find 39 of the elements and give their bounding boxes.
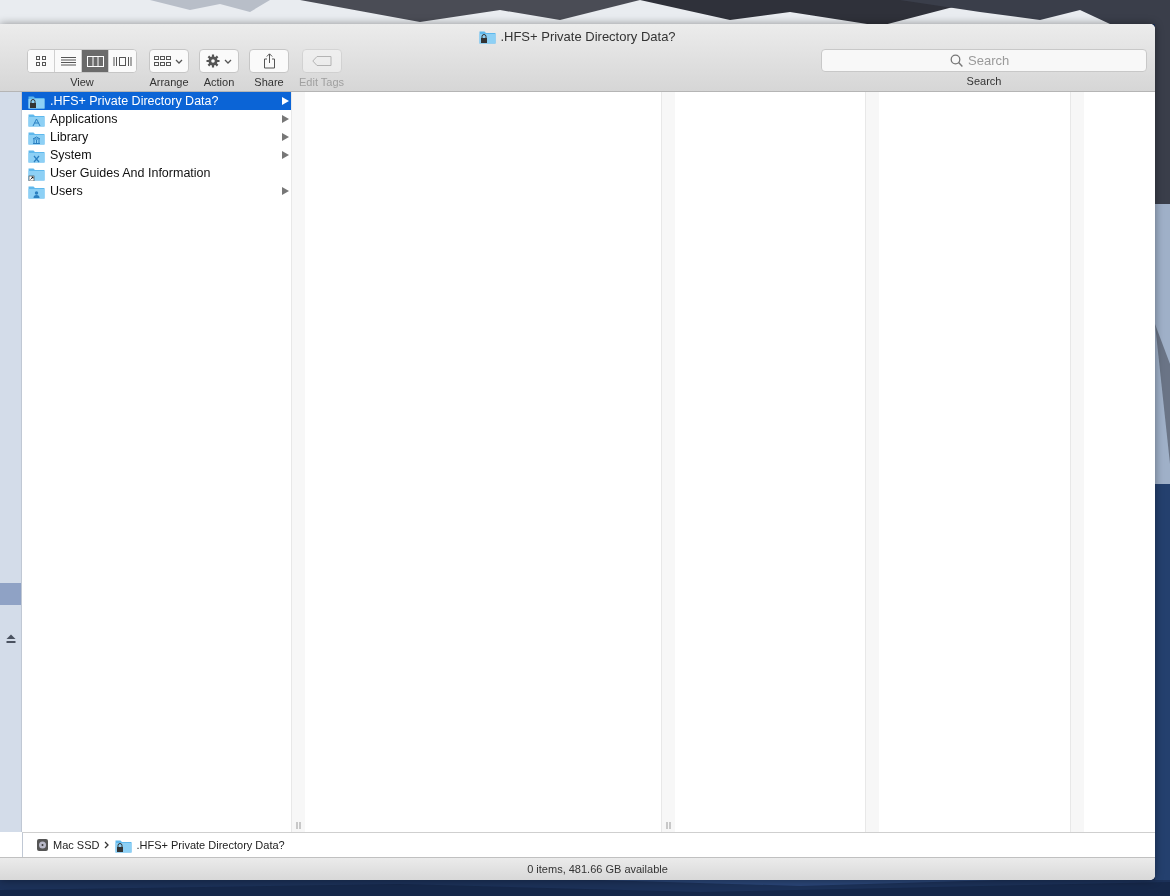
tags-label: Edit Tags: [299, 76, 345, 88]
search-icon: [950, 54, 963, 67]
tag-icon: [311, 56, 332, 66]
action-label: Action: [203, 76, 235, 88]
arrange-button[interactable]: [149, 49, 189, 73]
resize-grip-icon[interactable]: [666, 822, 671, 829]
grid-icon: [35, 55, 47, 67]
share-label: Share: [254, 76, 284, 88]
file-list-item[interactable]: Users: [22, 182, 291, 200]
list-icon: [60, 55, 76, 67]
search-label: Search: [966, 75, 1002, 87]
view-switcher[interactable]: [27, 49, 137, 73]
view-mode-button[interactable]: [82, 50, 109, 72]
arrange-label: Arrange: [149, 76, 189, 88]
file-list-item[interactable]: System: [22, 146, 291, 164]
eject-icon[interactable]: [5, 633, 16, 643]
chevron-icon: [104, 841, 111, 849]
share-icon: [262, 53, 276, 69]
search-input[interactable]: Search: [968, 53, 1018, 68]
columns-icon: [86, 55, 104, 67]
path-item[interactable]: Mac SSD: [36, 838, 100, 852]
file-list-item[interactable]: Library: [22, 128, 291, 146]
window-title: .HFS+ Private Directory Data?: [500, 29, 676, 44]
status-bar: 0 items, 481.66 GB available: [0, 857, 1155, 880]
view-mode-button[interactable]: [28, 50, 55, 72]
locked-folder-icon: [479, 29, 497, 44]
search-field[interactable]: Search: [821, 49, 1147, 72]
file-list-item[interactable]: .HFS+ Private Directory Data?: [22, 92, 291, 110]
action-button[interactable]: [199, 49, 239, 73]
file-list-item[interactable]: User Guides And Information: [22, 164, 291, 182]
file-list-item[interactable]: Applications: [22, 110, 291, 128]
hard-disk-icon: [36, 838, 49, 852]
gallery-icon: [113, 55, 132, 67]
gear-icon: [205, 54, 220, 68]
arrange-icon: [154, 55, 171, 67]
share-button[interactable]: [249, 49, 289, 73]
view-label: View: [70, 76, 94, 88]
path-item[interactable]: .HFS+ Private Directory Data?: [115, 837, 285, 853]
resize-grip-icon[interactable]: [296, 822, 301, 829]
